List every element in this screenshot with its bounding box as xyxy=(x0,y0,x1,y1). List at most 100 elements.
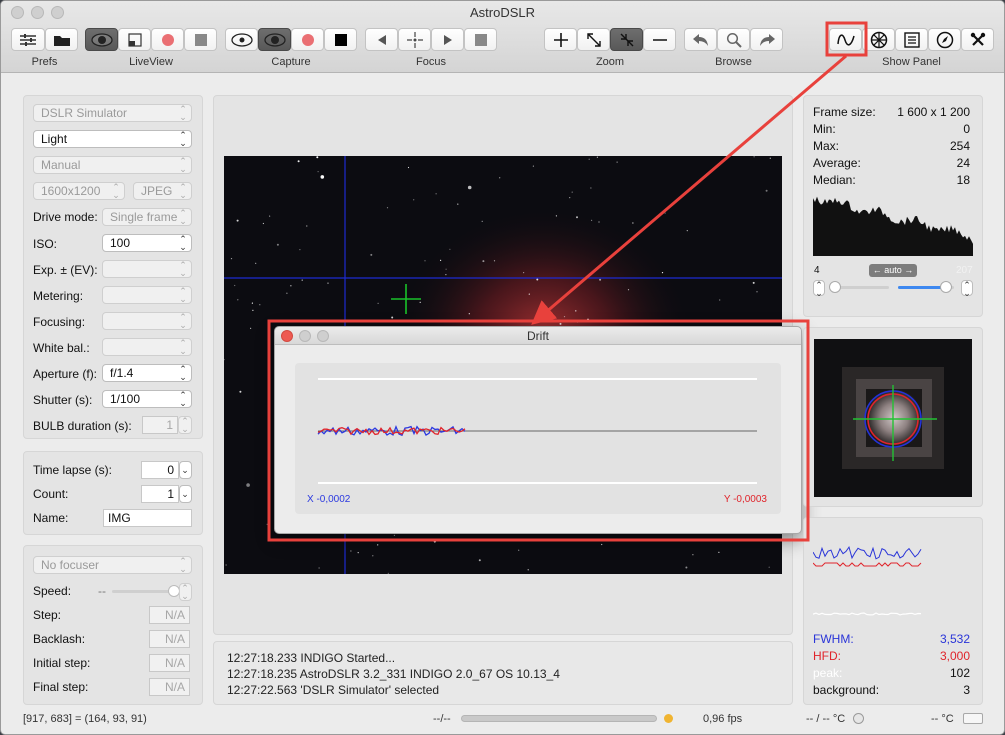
count-dropdown[interactable]: ⌄ xyxy=(179,485,192,503)
camera-device-select[interactable]: DSLR Simulator ⌃ ⌄ xyxy=(33,104,192,122)
frame-type-select[interactable]: Light ⌃ ⌄ xyxy=(33,130,192,148)
backlash-input[interactable]: N/A xyxy=(149,630,190,648)
max-label: Max: xyxy=(813,139,840,153)
format-select[interactable]: JPEG ⌃ ⌄ xyxy=(133,182,192,200)
record-icon xyxy=(301,33,314,46)
chevron-updown-icon: ⌃ ⌄ xyxy=(181,416,189,434)
star xyxy=(393,534,395,536)
liveview-frame-button[interactable] xyxy=(118,28,151,51)
white-bal-label: White bal.: xyxy=(33,341,90,355)
chevron-updown-icon: ⌃ ⌄ xyxy=(179,130,187,148)
star xyxy=(299,249,301,251)
capture-stop-button[interactable] xyxy=(324,28,357,51)
histogram-black-value: 4 xyxy=(814,265,820,276)
chevron-updown-icon: ⌃ ⌄ xyxy=(179,234,187,252)
white-point-stepper[interactable]: ⌃ ⌄ xyxy=(961,280,973,298)
liveview-eye-button[interactable] xyxy=(85,28,118,51)
log-line: 12:27:18.233 INDIGO Started... xyxy=(227,651,396,665)
star xyxy=(387,572,389,574)
black-point-slider[interactable] xyxy=(828,281,889,293)
average-label: Average: xyxy=(813,156,861,170)
step-input[interactable]: N/A xyxy=(149,606,190,624)
zoom-fit-button[interactable] xyxy=(577,28,610,51)
star xyxy=(627,289,630,291)
toolbar: AstroDSLR Prefs LiveView Capture Focus Z… xyxy=(1,1,1004,73)
liveview-record-button[interactable] xyxy=(151,28,184,51)
focus-out-button[interactable] xyxy=(431,28,464,51)
focus-stop-button[interactable] xyxy=(464,28,497,51)
show-mount-button[interactable] xyxy=(928,28,961,51)
aperture-select[interactable]: f/1.4 ⌃ ⌄ xyxy=(102,364,192,382)
star xyxy=(598,221,600,223)
liveview-stop-button[interactable] xyxy=(184,28,217,51)
black-point-stepper[interactable]: ⌃ ⌄ xyxy=(813,280,825,298)
metering-select[interactable]: ⌃ ⌄ xyxy=(102,286,192,304)
chevron-updown-icon: ⌃ ⌄ xyxy=(179,182,187,200)
focuser-device-select[interactable]: No focuser ⌃ ⌄ xyxy=(33,556,192,574)
stop-icon xyxy=(474,33,487,46)
star xyxy=(555,215,557,217)
star xyxy=(528,293,530,295)
star xyxy=(239,390,242,393)
show-focus-button[interactable] xyxy=(862,28,895,51)
browse-forward-button[interactable] xyxy=(750,28,783,51)
focus-history-graph xyxy=(813,545,922,616)
cooler-toggle[interactable] xyxy=(853,713,864,724)
show-tools-button[interactable] xyxy=(961,28,994,51)
star xyxy=(320,175,325,179)
median-label: Median: xyxy=(813,173,856,187)
resolution-value: 1600x1200 xyxy=(41,184,101,198)
focusing-select[interactable]: ⌃ ⌄ xyxy=(102,312,192,330)
chevron-updown-icon: ⌃ ⌄ xyxy=(179,104,187,122)
drift-y-label: Y -0,0003 xyxy=(723,494,767,505)
show-log-button[interactable] xyxy=(895,28,928,51)
auto-stretch-button[interactable]: ← auto → xyxy=(869,264,917,277)
drive-mode-select[interactable]: Single frame ⌃ ⌄ xyxy=(102,208,192,226)
zoom-actual-button[interactable] xyxy=(610,28,643,51)
capture-preview-button[interactable] xyxy=(225,28,258,51)
iso-select[interactable]: 100 ⌃ ⌄ xyxy=(102,234,192,252)
star xyxy=(250,327,252,329)
capture-eye-button[interactable] xyxy=(258,28,291,51)
pixel-coords: [917, 683] = (164, 93, 91) xyxy=(23,713,147,725)
white-point-slider[interactable] xyxy=(898,281,954,293)
speed-stepper[interactable]: ⌃ ⌄ xyxy=(179,583,192,601)
open-folder-button[interactable] xyxy=(45,28,78,51)
star xyxy=(591,219,593,221)
exp-select[interactable]: ⌃ ⌄ xyxy=(102,260,192,278)
focus-center-button[interactable] xyxy=(398,28,431,51)
initial-step-input[interactable]: N/A xyxy=(149,654,190,672)
time-lapse-input[interactable]: 0 xyxy=(141,461,179,479)
white-bal-select[interactable]: ⌃ ⌄ xyxy=(102,338,192,356)
zoom-out-button[interactable] xyxy=(643,28,676,51)
bulb-stepper[interactable]: ⌃ ⌄ xyxy=(178,416,192,434)
show-drift-button[interactable] xyxy=(829,28,862,51)
name-input[interactable]: IMG xyxy=(103,509,192,527)
browse-search-button[interactable] xyxy=(717,28,750,51)
hfd-history-series xyxy=(813,562,922,567)
browse-label: Browse xyxy=(715,56,752,68)
count-input[interactable]: 1 xyxy=(141,485,179,503)
final-step-input[interactable]: N/A xyxy=(149,678,190,696)
mode-select[interactable]: Manual ⌃ ⌄ xyxy=(33,156,192,174)
shutter-select[interactable]: 1/100 ⌃ ⌄ xyxy=(102,390,192,408)
black-point-knob[interactable] xyxy=(828,281,841,293)
speed-slider[interactable] xyxy=(112,585,180,597)
bulb-input[interactable]: 1 xyxy=(142,416,178,434)
browse-back-button[interactable] xyxy=(684,28,717,51)
focus-in-button[interactable] xyxy=(365,28,398,51)
capture-record-button[interactable] xyxy=(291,28,324,51)
star xyxy=(424,260,426,262)
resolution-select[interactable]: 1600x1200 ⌃ ⌄ xyxy=(33,182,125,200)
backlash-label: Backlash: xyxy=(33,632,86,646)
star xyxy=(225,564,227,566)
prefs-label: Prefs xyxy=(31,56,58,68)
star xyxy=(536,278,539,281)
star xyxy=(768,566,770,568)
star xyxy=(413,199,415,201)
aperture-value: f/1.4 xyxy=(110,366,134,380)
prefs-button[interactable] xyxy=(11,28,45,51)
zoom-in-button[interactable] xyxy=(544,28,577,51)
time-lapse-dropdown[interactable]: ⌄ xyxy=(179,461,192,479)
chevron-down-icon: ⌄ xyxy=(181,489,189,499)
